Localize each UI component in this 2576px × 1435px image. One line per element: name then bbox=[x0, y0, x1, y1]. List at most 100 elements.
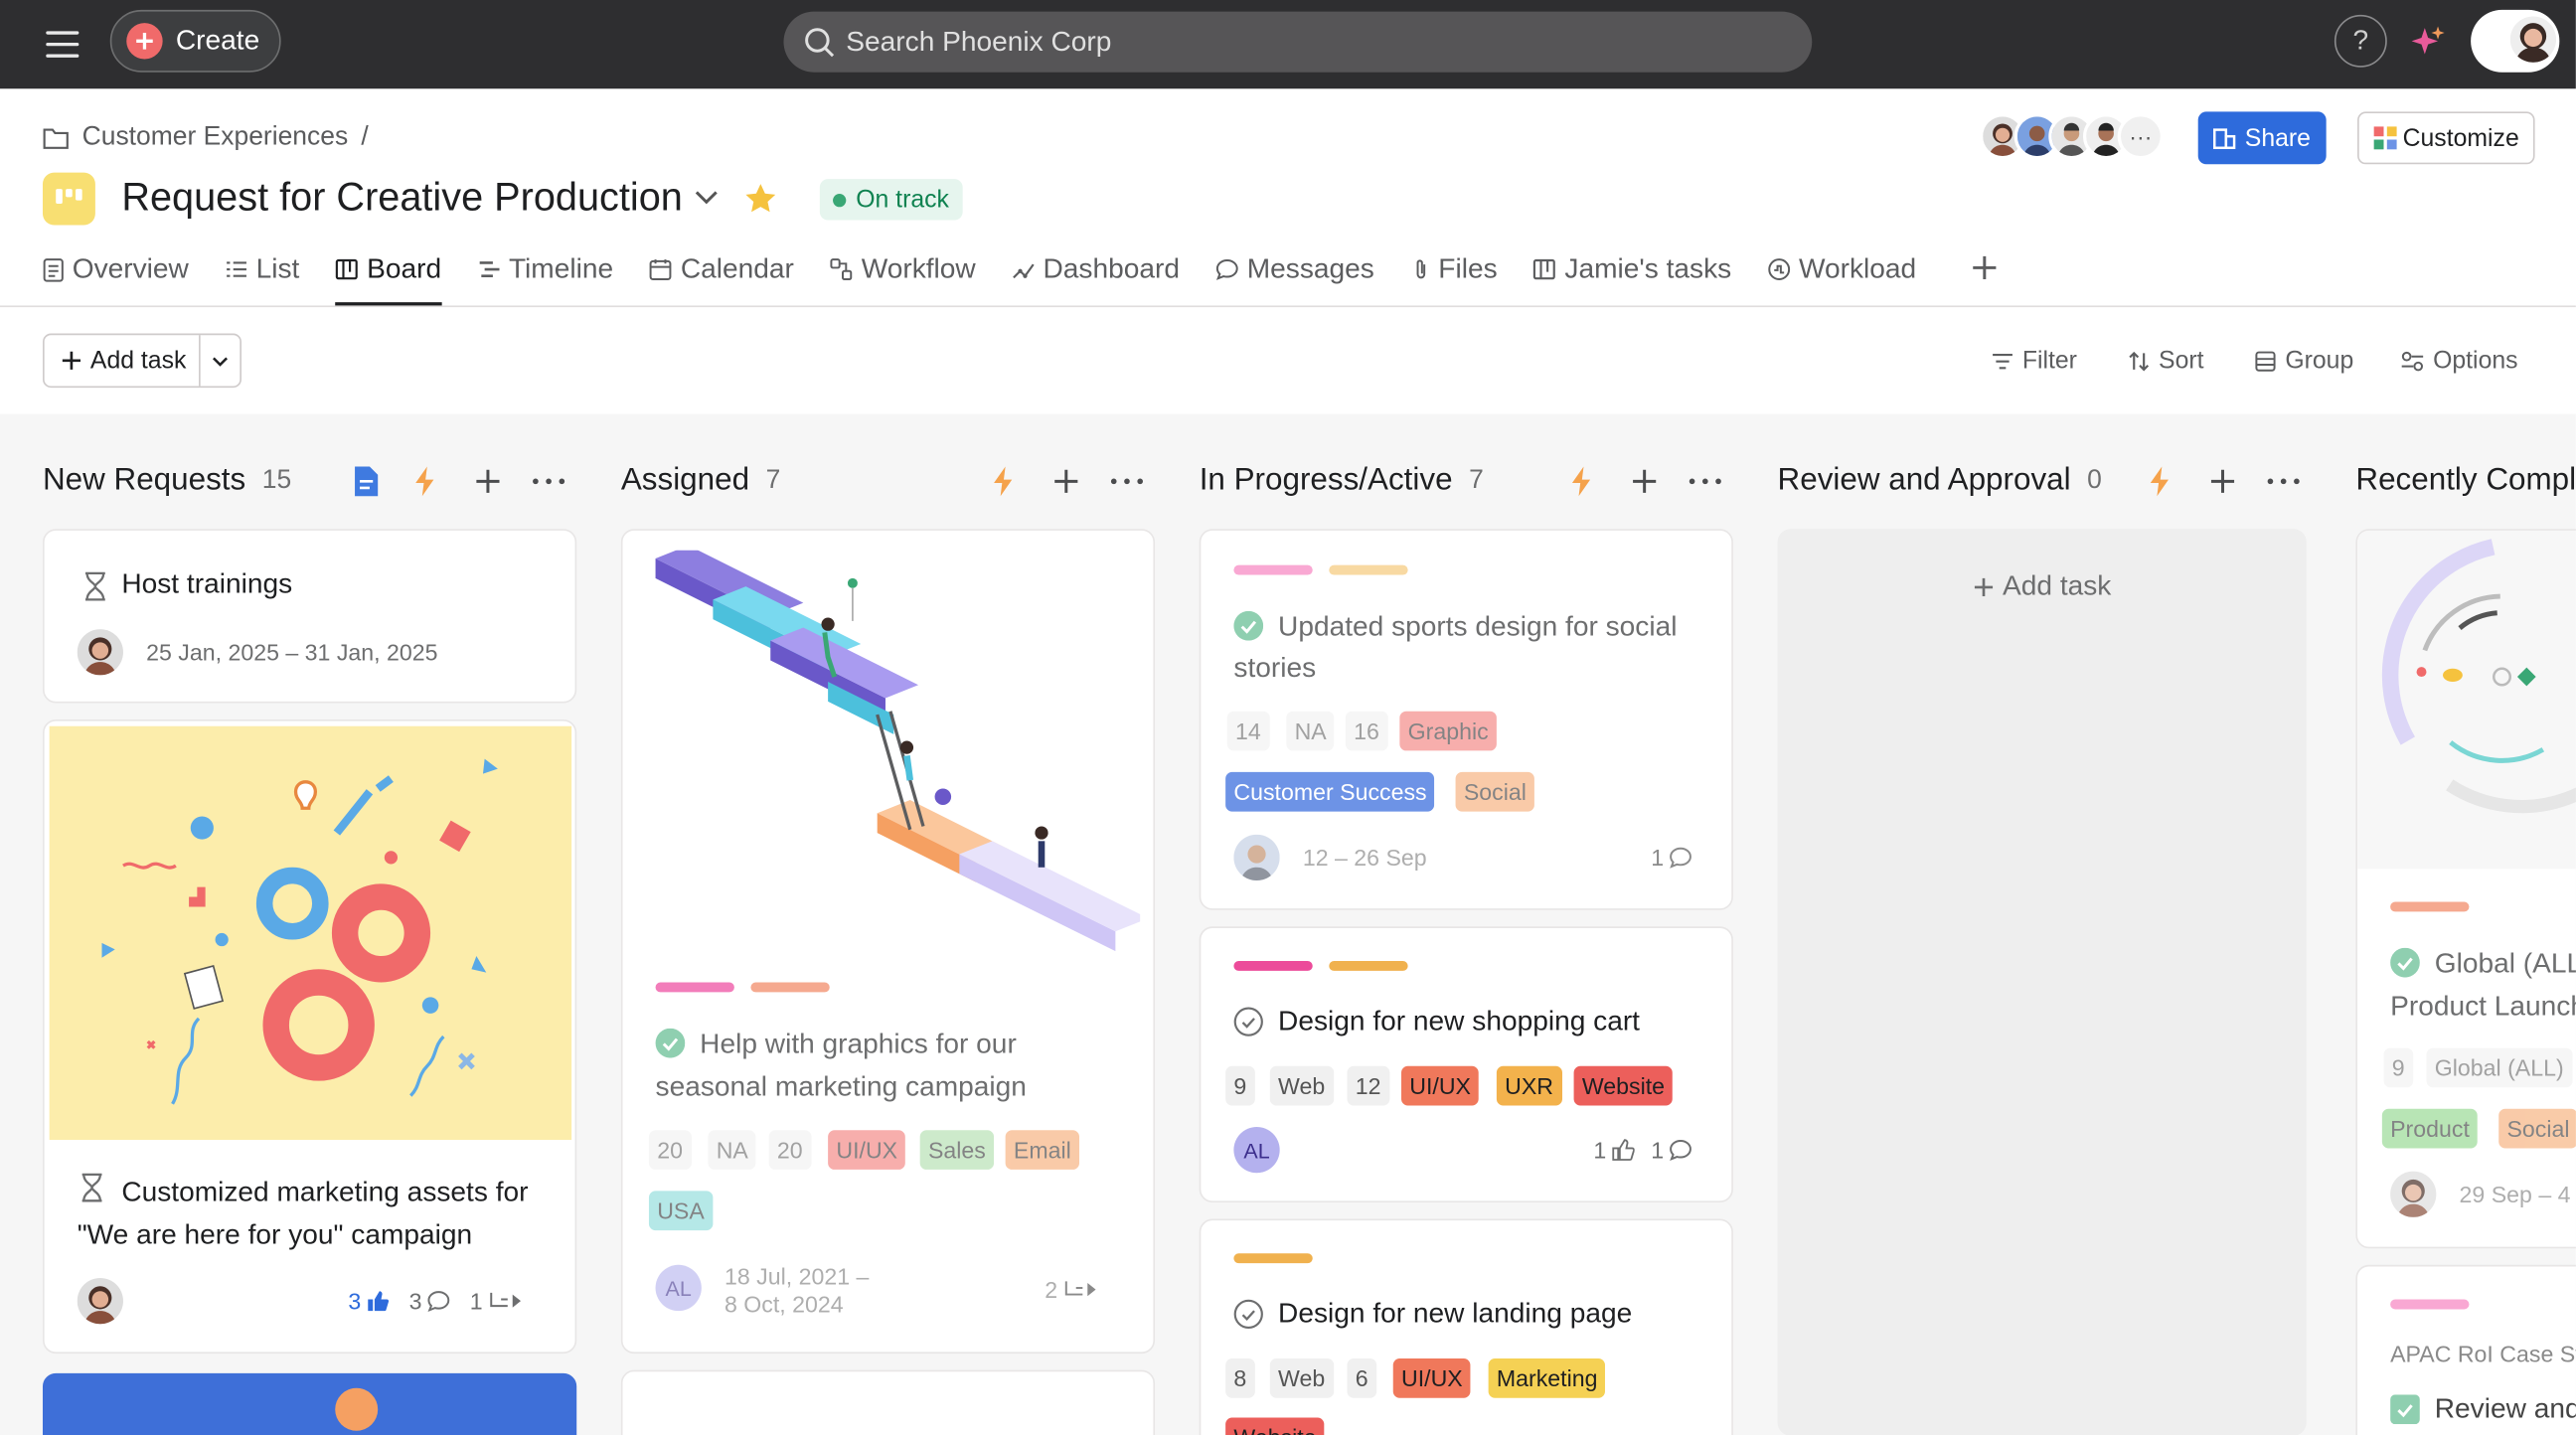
chevron-down-icon[interactable] bbox=[692, 182, 722, 212]
list-icon bbox=[226, 261, 246, 277]
tag: UI/UX bbox=[828, 1130, 906, 1170]
add-column-task-icon[interactable] bbox=[1049, 465, 1082, 498]
rules-lightning-icon[interactable] bbox=[2146, 465, 2175, 498]
create-button[interactable]: Create bbox=[109, 9, 281, 73]
card-title-line2: "We are here for you" campaign bbox=[77, 1218, 473, 1250]
more-options-icon[interactable] bbox=[1688, 465, 1723, 498]
likes-count[interactable]: 1 bbox=[1593, 1137, 1635, 1163]
options-button[interactable]: Options bbox=[2400, 347, 2518, 375]
status-badge[interactable]: On track bbox=[819, 179, 963, 221]
tag: 16 bbox=[1345, 711, 1388, 751]
completed-check-icon[interactable] bbox=[655, 1028, 686, 1058]
card-title-line2: stories bbox=[1233, 652, 1317, 684]
subtasks-count[interactable]: 1 bbox=[470, 1288, 524, 1314]
tab-jamies-tasks[interactable]: Jamie's tasks bbox=[1533, 246, 1731, 306]
hourglass-icon bbox=[84, 571, 105, 601]
project-members[interactable]: ··· bbox=[1979, 113, 2165, 160]
tag: Marketing bbox=[1488, 1358, 1606, 1398]
more-options-icon[interactable] bbox=[1109, 465, 1145, 498]
rules-lightning-icon[interactable] bbox=[1567, 465, 1597, 498]
completed-check-icon[interactable] bbox=[2390, 947, 2420, 978]
rules-lightning-icon[interactable] bbox=[410, 465, 440, 498]
sort-button[interactable]: Sort bbox=[2128, 347, 2204, 375]
help-button[interactable]: ? bbox=[2334, 14, 2387, 68]
breadcrumb-parent[interactable]: Customer Experiences bbox=[82, 123, 349, 153]
card-cover-circle bbox=[335, 1387, 379, 1431]
user-menu[interactable] bbox=[2471, 9, 2560, 73]
comments-count[interactable]: 1 bbox=[1651, 845, 1691, 871]
task-card-partial[interactable] bbox=[620, 1369, 1156, 1435]
add-tab-icon[interactable] bbox=[1968, 251, 2001, 284]
column-title: In Progress/Active bbox=[1199, 463, 1453, 498]
task-card-apac[interactable]: APAC RoI Case St Review and bbox=[2355, 1264, 2576, 1435]
column-header-recently-completed[interactable]: Recently Compl bbox=[2355, 463, 2576, 499]
chevron-down-icon bbox=[213, 356, 229, 366]
tab-dashboard[interactable]: Dashboard bbox=[1012, 246, 1180, 306]
menu-icon[interactable] bbox=[43, 25, 82, 65]
column-header-assigned[interactable]: Assigned 7 bbox=[621, 463, 780, 499]
tab-board[interactable]: Board bbox=[335, 246, 442, 306]
tag: Sales bbox=[919, 1130, 995, 1170]
column-title: New Requests bbox=[42, 463, 246, 498]
tab-overview[interactable]: Overview bbox=[43, 246, 189, 306]
tab-files[interactable]: Files bbox=[1410, 246, 1498, 306]
tab-list[interactable]: List bbox=[225, 246, 299, 306]
form-icon[interactable] bbox=[352, 465, 382, 498]
column-drop-zone[interactable] bbox=[1777, 529, 2307, 1435]
search-input[interactable]: Search Phoenix Corp bbox=[783, 11, 1813, 73]
column-header-in-progress[interactable]: In Progress/Active 7 bbox=[1200, 463, 1484, 499]
completed-check-icon[interactable] bbox=[2390, 1394, 2420, 1425]
add-column-task-icon[interactable] bbox=[1628, 465, 1661, 498]
comments-count[interactable]: 3 bbox=[409, 1288, 450, 1314]
add-task-dropdown[interactable] bbox=[201, 351, 240, 371]
add-column-task-icon[interactable] bbox=[2206, 465, 2239, 498]
more-options-icon[interactable] bbox=[2265, 465, 2301, 498]
task-card-graphics[interactable]: Help with graphics for our seasonal mark… bbox=[620, 529, 1156, 1355]
add-task-main[interactable]: Add task bbox=[45, 335, 202, 387]
user-avatar bbox=[2509, 16, 2557, 63]
card-project-label: APAC RoI Case St bbox=[2390, 1340, 2576, 1367]
share-button[interactable]: Share bbox=[2197, 111, 2327, 165]
tab-calendar[interactable]: Calendar bbox=[649, 246, 794, 306]
task-card-partial[interactable] bbox=[42, 1372, 577, 1435]
column-add-task-button[interactable]: Add task bbox=[1973, 570, 2111, 603]
tab-label: List bbox=[255, 252, 300, 284]
subtasks-count[interactable]: 2 bbox=[1045, 1276, 1098, 1303]
color-bar-yellow bbox=[1233, 1253, 1313, 1264]
star-icon[interactable] bbox=[742, 181, 778, 217]
task-card-landing-page[interactable]: Design for new landing page 8 Web 6 UI/U… bbox=[1199, 1218, 1733, 1435]
workflow-icon bbox=[830, 258, 853, 281]
sparkle-icon[interactable] bbox=[2408, 23, 2448, 63]
add-column-task-icon[interactable] bbox=[471, 465, 504, 498]
comments-count[interactable]: 1 bbox=[1651, 1137, 1691, 1163]
column-header-review[interactable]: Review and Approval 0 bbox=[1778, 463, 2102, 499]
assignee-avatar bbox=[2390, 1171, 2437, 1217]
column-header-new-requests[interactable]: New Requests 15 bbox=[43, 463, 291, 499]
tag: Social bbox=[1455, 771, 1535, 812]
rules-lightning-icon[interactable] bbox=[989, 465, 1019, 498]
task-card-host-trainings[interactable]: Host trainings 25 Jan, 2025 – 31 Jan, 20… bbox=[42, 529, 577, 704]
filter-button[interactable]: Filter bbox=[1991, 347, 2077, 375]
task-card-shopping-cart[interactable]: Design for new shopping cart 9 Web 12 UI… bbox=[1199, 926, 1733, 1202]
more-options-icon[interactable] bbox=[531, 465, 566, 498]
group-button[interactable]: Group bbox=[2254, 347, 2353, 375]
tab-timeline[interactable]: Timeline bbox=[478, 246, 613, 306]
comment-icon bbox=[1669, 847, 1691, 869]
overview-icon bbox=[43, 258, 64, 282]
add-task-label: Add task bbox=[2003, 569, 2112, 601]
completed-check-icon[interactable] bbox=[1233, 610, 1264, 641]
customize-button[interactable]: Customize bbox=[2357, 111, 2535, 165]
task-card-sports-design[interactable]: Updated sports design for social stories… bbox=[1199, 529, 1733, 910]
task-card-global-launch[interactable]: Global (ALL Product Launch 9 Global (ALL… bbox=[2355, 529, 2576, 1249]
tab-workload[interactable]: Workload bbox=[1768, 246, 1916, 306]
tab-messages[interactable]: Messages bbox=[1215, 246, 1374, 306]
card-title: Design for new shopping cart bbox=[1278, 1005, 1641, 1037]
complete-task-check-icon[interactable] bbox=[1233, 1299, 1263, 1330]
project-board-icon[interactable] bbox=[42, 172, 95, 226]
project-title[interactable]: Request for Creative Production bbox=[121, 176, 683, 222]
tab-workflow[interactable]: Workflow bbox=[830, 246, 976, 306]
add-task-button[interactable]: Add task bbox=[42, 333, 242, 389]
complete-task-check-icon[interactable] bbox=[1233, 1007, 1263, 1036]
likes-count[interactable]: 3 bbox=[348, 1288, 389, 1314]
task-card-marketing-assets[interactable]: Customized marketing assets for "We are … bbox=[42, 719, 577, 1355]
